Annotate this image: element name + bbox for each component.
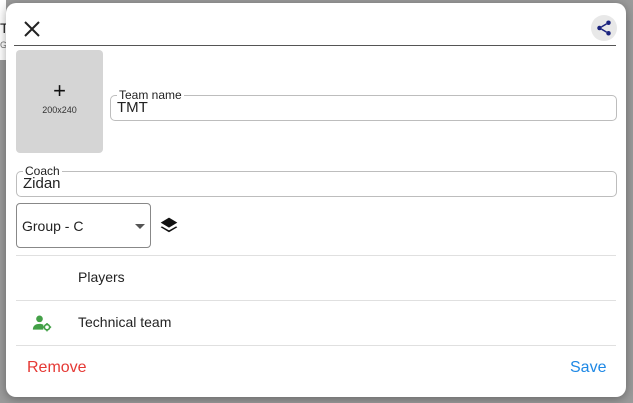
close-button[interactable] <box>20 17 44 41</box>
team-dialog: + 200x240 Team name TMT Coach Zidan Grou… <box>6 3 626 397</box>
group-select[interactable]: Group - C <box>16 203 151 248</box>
team-image-upload[interactable]: + 200x240 <box>16 50 103 153</box>
share-icon <box>597 20 611 36</box>
list-item-technical-team[interactable]: Technical team <box>16 301 616 345</box>
chevron-down-icon <box>135 224 145 229</box>
remove-button[interactable]: Remove <box>27 359 87 377</box>
players-label: Players <box>78 269 125 285</box>
dialog-header <box>6 3 626 45</box>
layers-icon <box>160 217 178 233</box>
divider <box>16 345 616 346</box>
header-divider <box>14 45 616 46</box>
close-icon <box>24 21 40 37</box>
coach-value: Zidan <box>23 175 61 192</box>
layers-button[interactable] <box>159 216 179 236</box>
add-image-icon: + <box>53 78 66 103</box>
technical-team-label: Technical team <box>78 314 172 330</box>
image-size-hint: 200x240 <box>42 105 77 115</box>
coach-field[interactable]: Coach Zidan <box>16 164 617 197</box>
list-item-players[interactable]: Players <box>16 256 616 300</box>
save-button[interactable]: Save <box>570 359 606 377</box>
team-name-value: TMT <box>117 99 148 116</box>
share-button[interactable] <box>591 15 617 41</box>
team-name-field[interactable]: Team name TMT <box>110 88 617 121</box>
user-gear-icon <box>32 315 52 332</box>
group-select-value: Group - C <box>22 218 84 234</box>
